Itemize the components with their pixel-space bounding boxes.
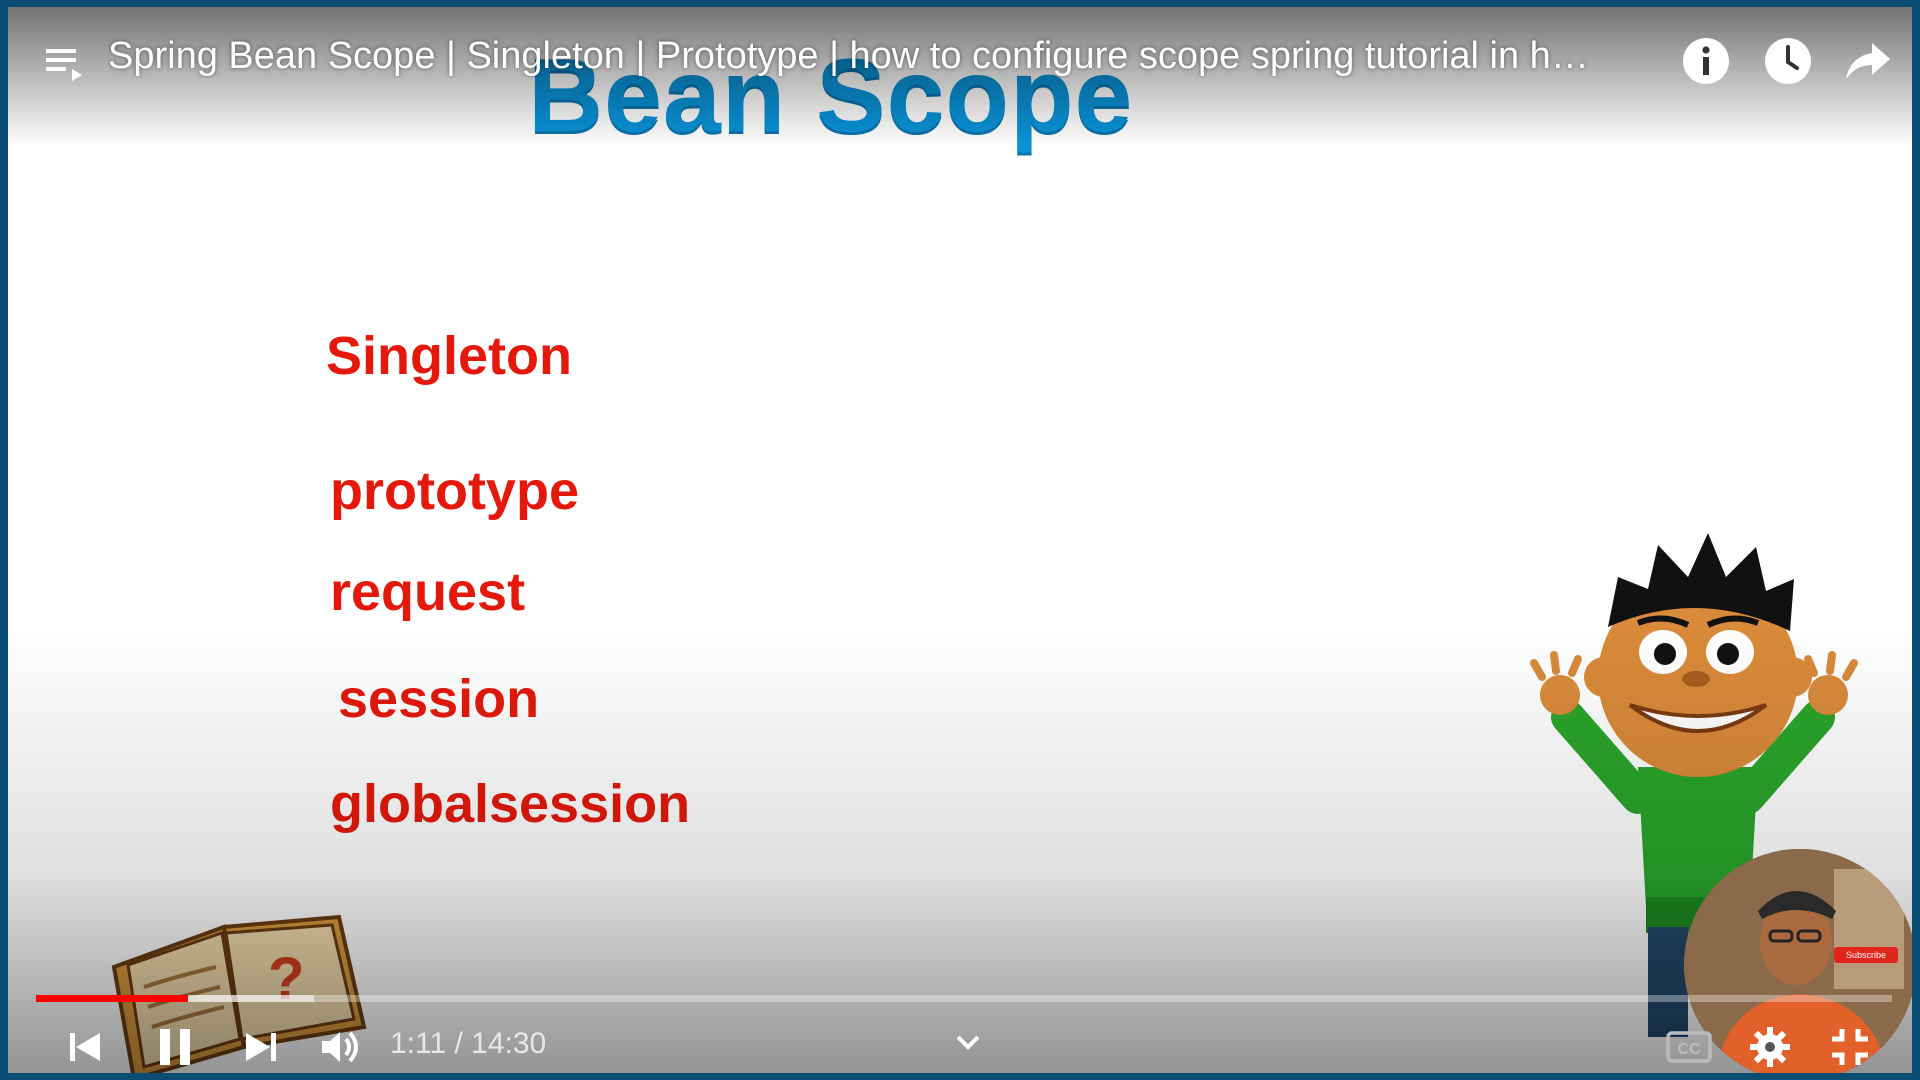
- slide-item-singleton: Singleton: [326, 326, 572, 386]
- slide-item-session: session: [338, 669, 540, 729]
- video-player[interactable]: Bean Scope Singleton prototype request s…: [0, 0, 1920, 1080]
- progress-played: [36, 995, 189, 1002]
- video-frame[interactable]: Bean Scope Singleton prototype request s…: [8, 7, 1912, 1073]
- presenter-avatar: [1684, 849, 1912, 1073]
- chevron-down-icon[interactable]: [950, 1027, 986, 1057]
- clock-icon[interactable]: [1762, 35, 1814, 87]
- captions-label: CC: [1677, 1041, 1701, 1058]
- volume-icon[interactable]: [316, 1023, 364, 1071]
- title-bar: Spring Bean Scope | Singleton | Prototyp…: [8, 7, 1912, 107]
- video-title[interactable]: Spring Bean Scope | Singleton | Prototyp…: [108, 35, 1678, 78]
- gear-icon[interactable]: [1746, 1023, 1794, 1071]
- slide-item-prototype: prototype: [330, 461, 579, 521]
- captions-icon[interactable]: CC: [1664, 1023, 1714, 1071]
- slide-item-request: request: [330, 562, 526, 622]
- info-icon[interactable]: [1680, 35, 1732, 87]
- exit-fullscreen-icon[interactable]: [1826, 1023, 1874, 1071]
- pause-icon[interactable]: [152, 1023, 200, 1071]
- next-icon[interactable]: [236, 1023, 284, 1071]
- time-display: 1:11 / 14:30: [390, 1027, 547, 1060]
- subscribe-badge[interactable]: Subscribe: [1834, 947, 1898, 963]
- share-icon[interactable]: [1842, 35, 1894, 87]
- slide-item-globalsession: globalsession: [330, 774, 691, 834]
- presenter-webcam-bubble: Subscribe: [1684, 849, 1912, 1073]
- progress-bar[interactable]: [36, 995, 1892, 1002]
- playlist-icon[interactable]: [42, 41, 86, 85]
- previous-icon[interactable]: [62, 1023, 110, 1071]
